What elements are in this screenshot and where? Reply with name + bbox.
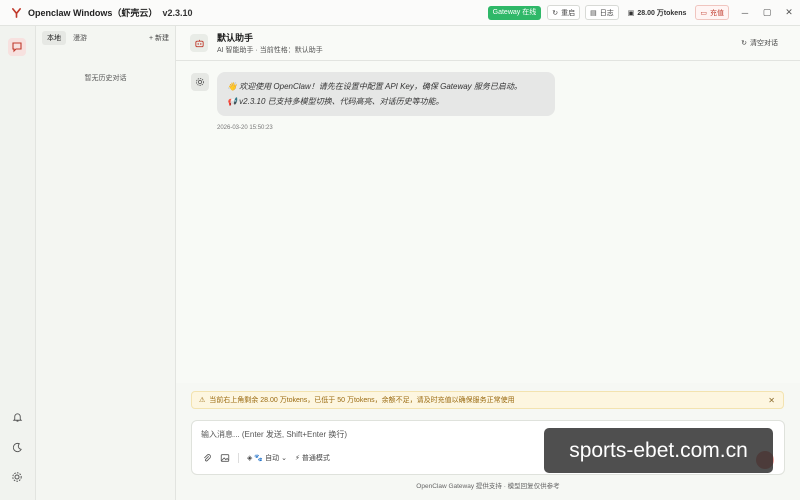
new-chat-button[interactable]: + 新建 (149, 33, 169, 43)
message-list: 👋 欢迎使用 OpenClaw！请先在设置中配置 API Key，确保 Gate… (176, 61, 800, 383)
chat-title: 默认助手 (217, 33, 254, 43)
message-line: 👋 欢迎使用 OpenClaw！请先在设置中配置 API Key，确保 Gate… (227, 82, 522, 91)
attach-file-icon[interactable] (202, 453, 212, 463)
logs-label: 日志 (599, 9, 614, 17)
mode-toggle[interactable]: ⚡ 普通模式 (295, 453, 330, 463)
tab-local[interactable]: 本地 (42, 31, 66, 45)
chat-subtitle: AI 智能助手 · 当前性格：默认助手 (217, 47, 323, 54)
logs-button[interactable]: ▤ 日志 (585, 5, 619, 20)
restart-button[interactable]: ↻ 重启 (547, 5, 581, 20)
watermark-overlay: sports-ebet.com.cn (544, 428, 773, 473)
warning-close-icon[interactable]: ✕ (768, 396, 775, 405)
settings-gear-icon[interactable] (8, 468, 26, 486)
gear-avatar-icon (191, 73, 209, 91)
close-button[interactable]: ✕ (778, 7, 800, 18)
restart-icon: ↻ (552, 9, 559, 17)
chevron-down-icon: ⌄ (281, 455, 287, 462)
refresh-icon: ↻ (741, 40, 747, 47)
clear-chat-button[interactable]: ↻ 清空对话 (741, 38, 778, 48)
title-bar: Openclaw Windows（虾壳云） v2.3.10 Gateway 在线… (0, 0, 800, 26)
footer-note: OpenClaw Gateway 提供支持 · 模型回复仅供参考 (416, 483, 560, 490)
paw-icon: 🐾 (254, 455, 264, 462)
message-input[interactable]: 输入消息... (Enter 发送, Shift+Enter 换行) (201, 429, 347, 440)
message-timestamp: 2026-03-20 15:50:23 (217, 125, 273, 131)
chat-header: 默认助手 AI 智能助手 · 当前性格：默认助手 ↻ 清空对话 (176, 26, 800, 61)
warning-triangle-icon: ⚠ (199, 397, 206, 404)
history-panel: 本地 漫游 + 新建 暂无历史对话 (36, 26, 176, 500)
mode-label: 普通模式 (301, 455, 330, 462)
message-line: 📢 v2.3.10 已支持多模型切换、代码高亮、对话历史等功能。 (227, 97, 444, 106)
clear-chat-label: 清空对话 (750, 40, 778, 47)
model-selector[interactable]: ◈ 🐾 自动 ⌄ (247, 453, 287, 463)
chat-nav-icon[interactable] (8, 38, 26, 56)
bot-avatar-icon (190, 34, 208, 52)
low-balance-warning: ⚠ 当前右上角剩余 28.00 万tokens，已低于 50 万tokens，余… (191, 391, 784, 409)
moon-icon[interactable] (8, 438, 26, 456)
layers-icon: ◈ (247, 455, 253, 462)
app-title: Openclaw Windows（虾壳云） (28, 8, 158, 18)
gateway-status-badge[interactable]: Gateway 在线 (487, 5, 542, 20)
message-bubble: 👋 欢迎使用 OpenClaw！请先在设置中配置 API Key，确保 Gate… (217, 72, 555, 116)
history-empty-text: 暂无历史对话 (84, 75, 127, 82)
minimize-button[interactable]: ─ (734, 8, 756, 18)
card-icon: ▭ (700, 9, 707, 17)
app-version: v2.3.10 (162, 7, 193, 18)
divider (238, 453, 239, 463)
recharge-label: 充值 (710, 9, 724, 17)
log-icon: ▤ (590, 9, 597, 17)
bell-icon[interactable] (8, 408, 26, 426)
model-label: 自动 (265, 455, 280, 462)
tokens-label: 28.00 万tokens (637, 9, 687, 17)
recharge-button[interactable]: ▭ 充值 (695, 5, 729, 20)
warning-text: 当前右上角剩余 28.00 万tokens，已低于 50 万tokens，余额不… (209, 397, 515, 404)
tokens-balance: ▣ 28.00 万tokens (624, 6, 691, 19)
lightning-icon: ⚡ (294, 455, 300, 462)
image-upload-icon[interactable] (220, 453, 230, 463)
maximize-button[interactable]: ▢ (756, 7, 778, 18)
wallet-icon: ▣ (627, 9, 635, 17)
left-nav (0, 26, 36, 500)
app-logo-icon (10, 7, 22, 19)
tab-roaming[interactable]: 漫游 (68, 31, 92, 45)
restart-label: 重启 (561, 9, 576, 17)
